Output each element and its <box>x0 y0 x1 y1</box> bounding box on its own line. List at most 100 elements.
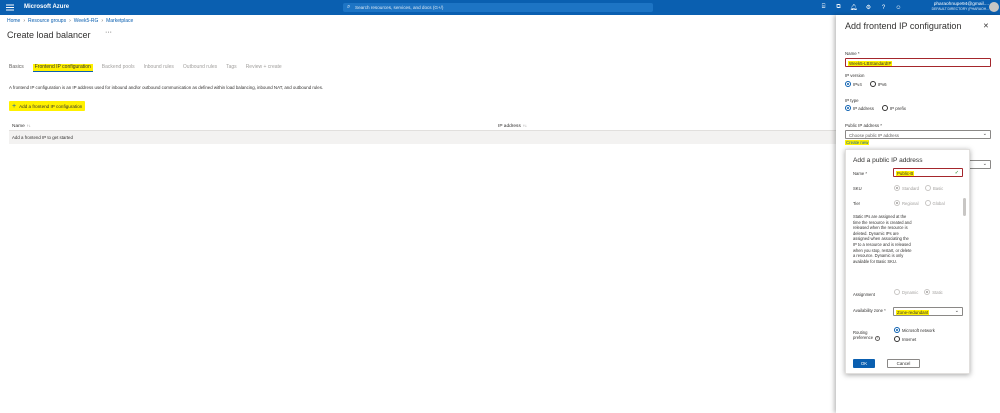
assignment-static-label: Static <box>932 289 943 295</box>
ok-button[interactable]: OK <box>853 359 875 368</box>
section-description: A frontend IP configuration is an IP add… <box>9 85 324 90</box>
radio-selected-icon <box>894 200 900 206</box>
routing-preference-group: Microsoft network Internet <box>894 327 935 342</box>
breadcrumb: Home › Resource groups › Week5-RG › Marketplac… <box>7 18 133 24</box>
create-new-link[interactable]: Create new <box>845 140 870 145</box>
sku-basic-label: Basic <box>933 185 944 191</box>
tab-tags[interactable]: Tags <box>226 64 237 72</box>
name-label: Name * <box>845 51 860 56</box>
global-search-input[interactable]: ⌕ Search resources, services, and docs (… <box>343 3 653 12</box>
ip-type-ip-prefix[interactable]: IP prefix <box>881 105 906 111</box>
notifications-icon[interactable]: 🔔︎ <box>848 2 859 13</box>
ip-type-label: IP type <box>845 98 859 103</box>
availability-zone-dropdown[interactable]: Zone-redundant ⌄ <box>893 307 963 316</box>
breadcrumb-marketplace[interactable]: Marketplace <box>106 18 133 24</box>
add-public-ip-dialog: Add a public IP address Name * Public-B … <box>845 149 970 374</box>
search-icon: ⌕ <box>347 4 351 10</box>
sort-icon: ↑↓ <box>26 123 31 128</box>
feedback-icon[interactable]: ☺ <box>893 2 904 13</box>
public-ip-placeholder: Choose public IP address <box>849 132 899 138</box>
sku-group: Standard Basic <box>894 185 943 191</box>
dialog-scrollbar[interactable] <box>963 198 966 216</box>
ipv4-label: IPv4 <box>853 81 862 87</box>
dialog-title: Add a public IP address <box>853 157 923 164</box>
ip-prefix-label: IP prefix <box>889 105 906 111</box>
tier-global[interactable]: Global <box>924 200 945 206</box>
user-account[interactable]: pharaohnupe94@gmail.... DEFAULT DIRECTOR… <box>905 2 989 12</box>
breadcrumb-home[interactable]: Home <box>7 18 20 24</box>
tab-backend-pools[interactable]: Backend pools <box>102 64 135 72</box>
public-ip-name-field[interactable]: Public-B ✓ <box>893 168 963 177</box>
grid-header: Name ↑↓ IP address ↑↓ <box>9 119 838 131</box>
column-header-name-label: Name <box>12 124 25 129</box>
availability-zone-label: Availability zone * <box>853 308 886 313</box>
ip-version-ipv6[interactable]: IPv6 <box>869 81 887 87</box>
brand-name[interactable]: Microsoft Azure <box>24 4 69 10</box>
frontend-name-value: Week5-LBStandardIP <box>848 60 893 66</box>
assignment-dynamic[interactable]: Dynamic <box>894 289 918 295</box>
ip-version-label: IP version <box>845 73 865 78</box>
routing-microsoft-network[interactable]: Microsoft network <box>894 327 935 333</box>
breadcrumb-separator: › <box>23 18 26 24</box>
assignment-dynamic-label: Dynamic <box>902 289 919 295</box>
assignment-group: Dynamic Static <box>894 289 943 295</box>
routing-internet[interactable]: Internet <box>894 336 935 342</box>
cancel-button[interactable]: Cancel <box>887 359 920 368</box>
frontend-name-field[interactable]: Week5-LBStandardIP <box>845 58 991 67</box>
tier-regional[interactable]: Regional <box>894 200 919 206</box>
add-frontend-ip-button[interactable]: + Add a frontend IP configuration <box>9 101 86 111</box>
chevron-down-icon: ⌄ <box>982 131 987 137</box>
assignment-static[interactable]: Static <box>924 289 943 295</box>
directory-filter-icon[interactable]: ⧉ <box>833 2 844 13</box>
tab-inbound-rules[interactable]: Inbound rules <box>144 64 174 72</box>
public-ip-label: Public IP address * <box>845 123 883 128</box>
ip-type-ip-address[interactable]: IP address <box>845 105 874 111</box>
routing-preference-label: Routing preference i <box>853 330 883 342</box>
radio-selected-icon <box>845 105 851 111</box>
sku-standard-label: Standard <box>902 185 919 191</box>
page-title: Create load balancer <box>7 30 91 40</box>
breadcrumb-week5-rg[interactable]: Week5-RG <box>74 18 99 24</box>
info-icon[interactable]: i <box>875 336 881 342</box>
radio-icon <box>924 200 931 206</box>
ip-version-ipv4[interactable]: IPv4 <box>845 81 862 87</box>
ip-address-label: IP address <box>853 105 874 111</box>
avatar[interactable] <box>989 2 999 12</box>
radio-selected-icon <box>894 185 900 191</box>
tab-outbound-rules[interactable]: Outbound rules <box>183 64 217 72</box>
menu-waffle-icon[interactable] <box>6 4 14 11</box>
close-icon[interactable]: ✕ <box>983 22 989 30</box>
help-icon[interactable]: ? <box>878 2 889 13</box>
ipv6-label: IPv6 <box>877 81 887 87</box>
settings-gear-icon[interactable]: ⚙ <box>863 2 874 13</box>
cloud-shell-icon[interactable]: ⌸ <box>818 2 829 13</box>
breadcrumb-separator: › <box>69 18 71 24</box>
check-icon: ✓ <box>954 170 959 176</box>
tab-review-create[interactable]: Review + create <box>246 64 282 72</box>
routing-internet-label: Internet <box>902 336 917 342</box>
ip-version-group: IPv4 IPv6 <box>845 81 887 87</box>
column-header-name[interactable]: Name ↑↓ <box>12 123 31 129</box>
tier-label: Tier <box>853 201 861 206</box>
tab-frontend-ip-configuration[interactable]: Frontend IP configuration <box>32 64 93 72</box>
public-ip-dropdown[interactable]: Choose public IP address ⌄ <box>845 130 991 139</box>
table-row: Add a frontend IP to get started <box>9 131 838 144</box>
frontend-ip-grid: Name ↑↓ IP address ↑↓ Add a frontend IP to… <box>9 119 838 144</box>
sku-basic[interactable]: Basic <box>925 185 943 191</box>
radio-icon <box>881 105 888 111</box>
tier-regional-label: Regional <box>902 200 919 206</box>
wizard-tabs: Basics Frontend IP configuration Backend… <box>9 64 282 72</box>
sku-standard[interactable]: Standard <box>894 185 919 191</box>
radio-icon <box>869 81 876 87</box>
public-ip-name-label: Name * <box>853 171 867 176</box>
more-options-icon[interactable]: ··· <box>105 29 112 36</box>
ip-type-group: IP address IP prefix <box>845 105 906 111</box>
column-header-ip-address[interactable]: IP address ↑↓ <box>498 123 527 129</box>
breadcrumb-resource-groups[interactable]: Resource groups <box>28 18 66 24</box>
top-bar: Microsoft Azure ⌕ Search resources, serv… <box>0 0 1000 15</box>
panel-title: Add frontend IP configuration <box>845 21 962 31</box>
radio-icon <box>894 289 900 295</box>
search-placeholder: Search resources, services, and docs (G+… <box>355 5 444 10</box>
sort-icon: ↑↓ <box>522 123 527 128</box>
tab-basics[interactable]: Basics <box>9 64 24 72</box>
